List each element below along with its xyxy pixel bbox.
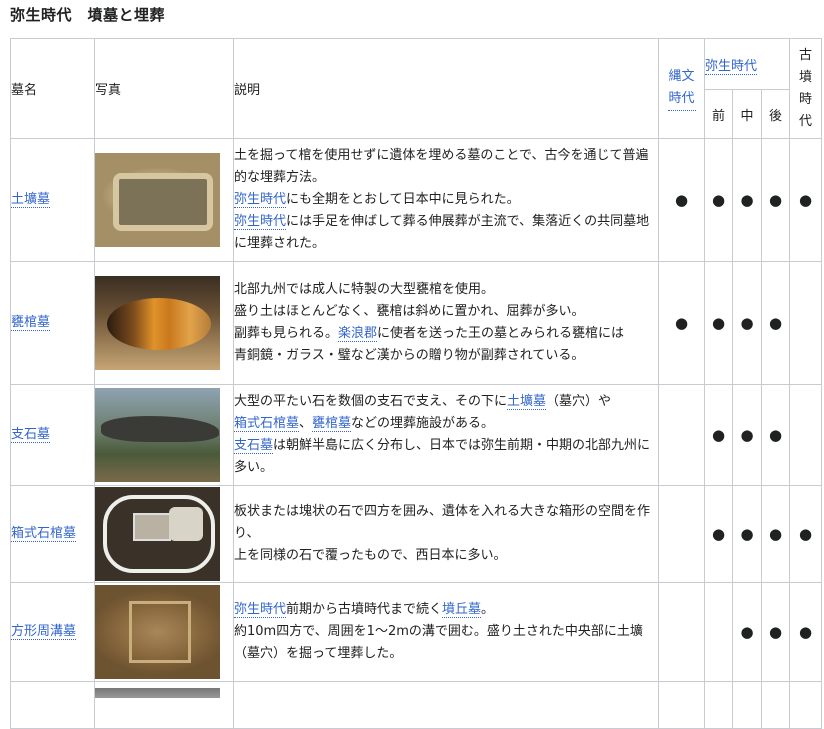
mound-grave-link[interactable]: 墳丘墓	[442, 602, 482, 618]
period-mark: ●	[789, 485, 822, 583]
stone-cist-link[interactable]: 箱式石棺墓	[234, 416, 300, 432]
period-mark: ●	[732, 384, 762, 486]
description-cell: 大型の平たい石を数個の支石で支え、その下に土壙墓（墓穴）や 箱式石棺墓、甕棺墓な…	[233, 384, 659, 486]
table-row: 土壙墓 土を掘って棺を使用せずに遺体を埋める墓のことで、古今を通じて普遍的な埋葬…	[10, 138, 822, 262]
period-mark: ●	[704, 138, 733, 262]
header-name: 墓名	[10, 38, 95, 139]
period-mark-empty	[789, 384, 822, 486]
jar-coffin-link[interactable]: 甕棺墓	[312, 416, 352, 432]
yayoi-link[interactable]: 弥生時代	[234, 602, 287, 618]
yayoi-period-link[interactable]: 弥生時代	[705, 58, 758, 75]
period-mark: ●	[761, 485, 790, 583]
burial-table: 墓名 写真 説明 縄文時代 弥生時代 古墳時代 前 中 後 土壙墓 土を掘って棺…	[10, 38, 822, 729]
period-mark-empty	[658, 384, 705, 486]
description-cell: 北部九州では成人に特製の大型甕棺を使用。 盛り土はほとんどなく、甕棺は斜めに置か…	[233, 261, 659, 385]
grave-name-link[interactable]: 箱式石棺墓	[11, 526, 77, 542]
table-row: 支石墓 大型の平たい石を数個の支石で支え、その下に土壙墓（墓穴）や 箱式石棺墓、…	[10, 384, 822, 486]
header-photo: 写真	[94, 38, 234, 139]
dolmen-link[interactable]: 支石墓	[234, 438, 274, 454]
period-mark: ●	[704, 384, 733, 486]
earthen-pit-grave-photo[interactable]	[95, 153, 220, 247]
jomon-period-link[interactable]: 縄文時代	[667, 66, 696, 111]
yayoi-link[interactable]: 弥生時代	[234, 214, 287, 230]
grave-name-link[interactable]: 土壙墓	[11, 192, 51, 208]
grave-name-link[interactable]: 方形周溝墓	[11, 624, 77, 640]
period-mark: ●	[761, 582, 790, 682]
description-cell: 弥生時代前期から古墳時代まで続く墳丘墓。 約10m四方で、周囲を1～2mの溝で囲…	[233, 582, 659, 682]
next-grave-photo[interactable]	[95, 688, 220, 698]
header-description: 説明	[233, 38, 659, 139]
header-middle: 中	[732, 89, 762, 139]
period-mark: ●	[732, 582, 762, 682]
description-cell: 土を掘って棺を使用せずに遺体を埋める墓のことで、古今を通じて普遍的な埋葬方法。 …	[233, 138, 659, 262]
header-kofun: 古墳時代	[789, 38, 822, 139]
period-mark: ●	[658, 138, 705, 262]
dolmen-photo[interactable]	[95, 388, 220, 482]
kofun-period-label: 古墳時代	[798, 47, 812, 129]
period-mark: ●	[761, 261, 790, 385]
header-early: 前	[704, 89, 733, 139]
stone-cist-photo[interactable]	[95, 487, 220, 581]
period-mark: ●	[732, 261, 762, 385]
period-mark: ●	[761, 138, 790, 262]
period-mark: ●	[761, 384, 790, 486]
description-cell: 板状または塊状の石で四方を囲み、遺体を入れる大きな箱形の空間を作り、 上を同様の…	[233, 485, 659, 583]
period-mark: ●	[732, 485, 762, 583]
header-late: 後	[761, 89, 790, 139]
period-mark: ●	[658, 261, 705, 385]
grave-name-link[interactable]: 甕棺墓	[11, 315, 51, 331]
grave-name-link[interactable]: 支石墓	[11, 427, 51, 443]
period-mark: ●	[789, 138, 822, 262]
page-title: 弥生時代 墳墓と埋葬	[10, 6, 166, 24]
jar-coffin-photo[interactable]	[95, 276, 220, 370]
table-row: 箱式石棺墓 板状または塊状の石で四方を囲み、遺体を入れる大きな箱形の空間を作り、…	[10, 485, 822, 583]
period-mark-empty	[704, 582, 733, 682]
period-mark-empty	[658, 485, 705, 583]
table-row	[10, 681, 822, 729]
period-mark: ●	[704, 261, 733, 385]
period-mark: ●	[789, 582, 822, 682]
lelang-link[interactable]: 楽浪郡	[338, 326, 378, 342]
yayoi-link[interactable]: 弥生時代	[234, 192, 287, 208]
period-mark-empty	[658, 582, 705, 682]
period-mark: ●	[732, 138, 762, 262]
header-yayoi: 弥生時代	[704, 38, 790, 90]
moat-grave-photo[interactable]	[95, 585, 220, 679]
period-mark-empty	[789, 261, 822, 385]
header-jomon: 縄文時代	[658, 38, 705, 139]
period-mark: ●	[704, 485, 733, 583]
earthen-pit-link[interactable]: 土壙墓	[507, 394, 547, 410]
table-row: 甕棺墓 北部九州では成人に特製の大型甕棺を使用。 盛り土はほとんどなく、甕棺は斜…	[10, 261, 822, 385]
table-row: 方形周溝墓 弥生時代前期から古墳時代まで続く墳丘墓。 約10m四方で、周囲を1～…	[10, 582, 822, 682]
